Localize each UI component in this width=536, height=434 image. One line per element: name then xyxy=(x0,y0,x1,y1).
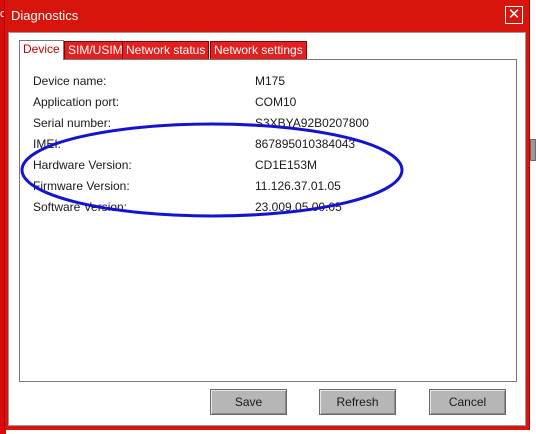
application-port-value: COM10 xyxy=(255,95,297,109)
refresh-button[interactable]: Refresh xyxy=(319,389,396,415)
title-bar[interactable]: Diagnostics ✕ xyxy=(5,0,529,32)
window-title: Diagnostics xyxy=(11,8,79,23)
software-version-label: Software Version: xyxy=(33,200,128,214)
background-scrollbar-thumb[interactable] xyxy=(530,139,536,161)
serial-number-value: S3XBYA92B0207800 xyxy=(255,116,369,130)
imei-value: 867895010384043 xyxy=(255,137,356,151)
firmware-version-label: Firmware Version: xyxy=(33,179,130,193)
tab-network-settings[interactable]: Network settings xyxy=(210,41,307,59)
serial-number-label: Serial number: xyxy=(33,116,112,130)
device-name-value: M175 xyxy=(255,74,286,88)
software-version-value: 23.009.05.00.05 xyxy=(255,200,342,214)
hardware-version-value: CD1E153M xyxy=(255,158,318,172)
firmware-version-value: 11.126.37.01.05 xyxy=(255,179,341,193)
diagnostics-dialog: Diagnostics ✕ Device SIM/USIM Network st… xyxy=(4,0,530,430)
save-button[interactable]: Save xyxy=(210,389,287,415)
hardware-version-label: Hardware Version: xyxy=(33,158,132,172)
tab-device[interactable]: Device xyxy=(19,40,64,60)
device-name-label: Device name: xyxy=(33,74,107,88)
cancel-button[interactable]: Cancel xyxy=(429,389,506,415)
tab-network-status[interactable]: Network status xyxy=(122,41,210,59)
background-window-edge xyxy=(529,0,536,434)
device-tab-panel: Device name: M175 Application port: COM1… xyxy=(19,59,517,382)
tab-sim-usim[interactable]: SIM/USIM xyxy=(64,41,127,59)
imei-label: IMEI: xyxy=(33,137,62,151)
close-icon[interactable]: ✕ xyxy=(505,6,523,24)
dialog-body: Device SIM/USIM Network status Network s… xyxy=(8,32,526,426)
application-port-label: Application port: xyxy=(33,95,120,109)
